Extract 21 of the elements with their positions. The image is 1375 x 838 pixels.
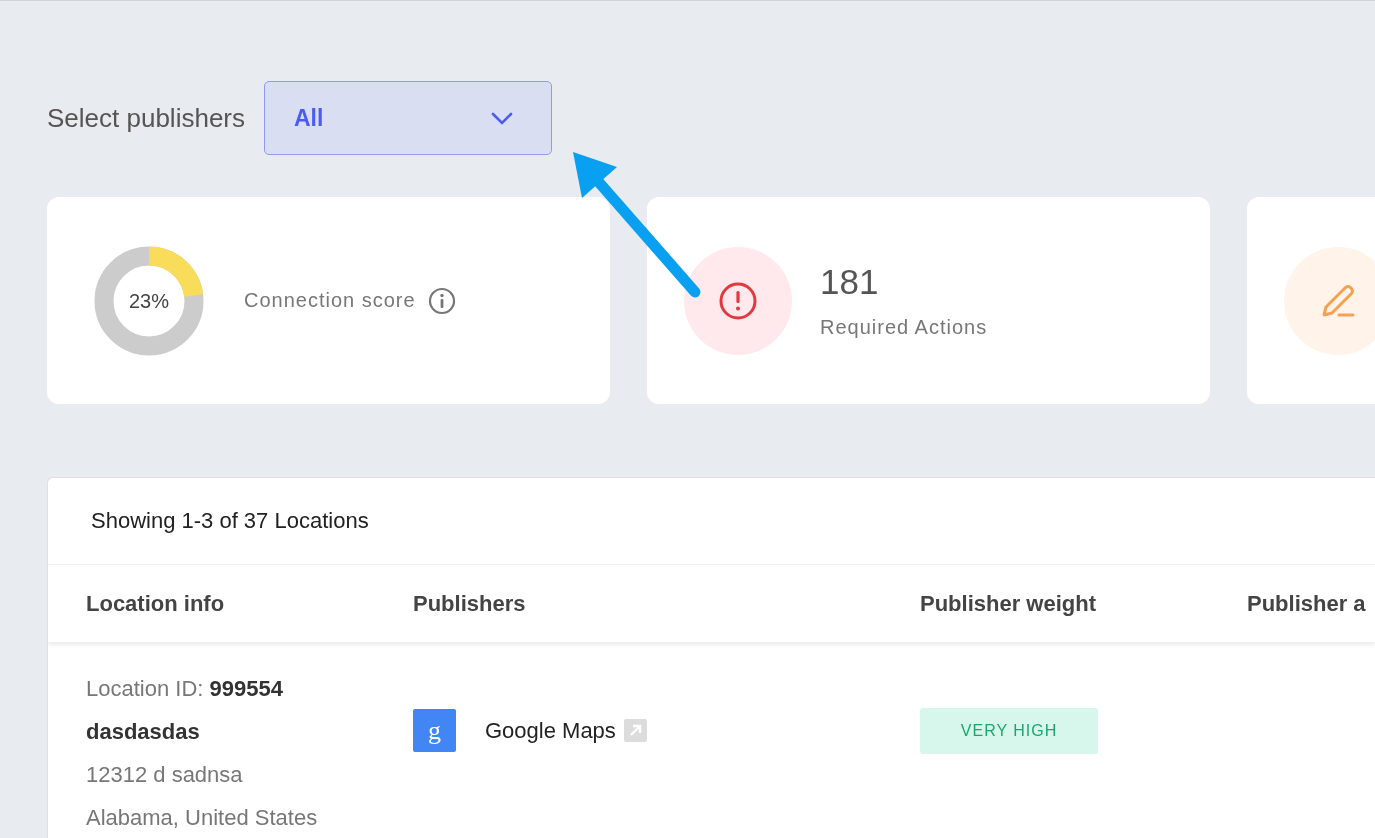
publisher-dropdown[interactable]: All — [264, 81, 552, 155]
stat-label: Required Actions — [820, 316, 988, 339]
score-label: Connection score — [244, 289, 416, 312]
column-header: Location info — [86, 590, 226, 617]
results-summary: Showing 1-3 of 37 Locations — [48, 478, 1375, 565]
alert-icon — [718, 280, 758, 321]
chevron-down-icon — [491, 111, 513, 125]
location-address: 12312 d sadnsa — [86, 761, 244, 789]
column-header: Publisher weight — [920, 590, 1098, 617]
score-reading: 23% — [129, 289, 169, 312]
column-header: Publisher a — [1247, 590, 1367, 617]
stat-value: 181 — [820, 262, 879, 302]
filter-label: Select publishers — [47, 102, 245, 134]
weight-badge: VERY HIGH — [920, 708, 1098, 754]
publisher-name: Google Maps — [485, 717, 616, 744]
location-region: Alabama, United States — [86, 804, 319, 832]
location-name: dasdasdas — [86, 718, 201, 746]
column-header: Publishers — [413, 590, 527, 617]
location-id: Location ID: 999554 — [86, 675, 284, 703]
publisher-logo-icon: g — [413, 709, 456, 752]
info-icon[interactable] — [427, 286, 456, 315]
